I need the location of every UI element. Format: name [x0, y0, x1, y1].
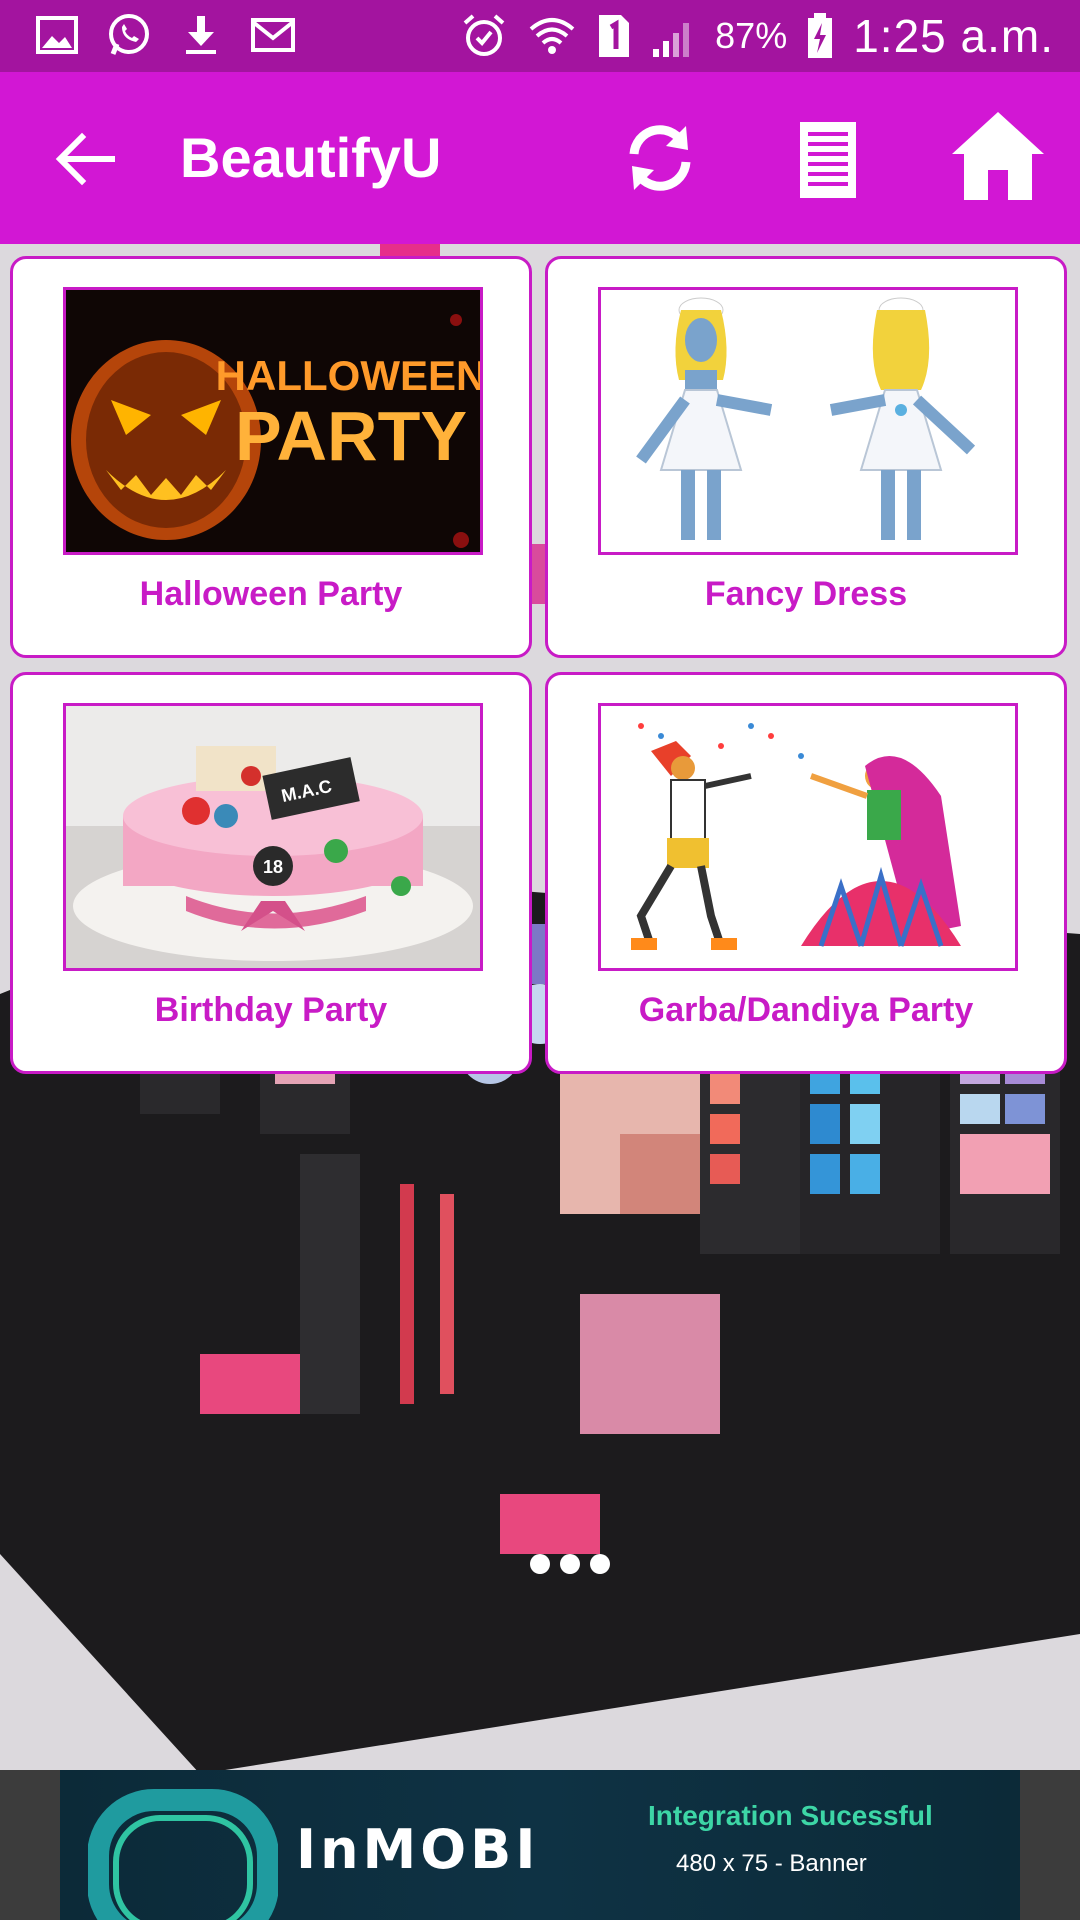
category-label: Birthday Party: [154, 991, 388, 1029]
back-arrow-icon[interactable]: [48, 122, 122, 196]
category-label: Fancy Dress: [704, 575, 908, 613]
gallery-icon: [36, 16, 78, 54]
ad-area: InMOBI Integration Sucessful 480 x 75 - …: [0, 1770, 1080, 1920]
ad-title: Integration Sucessful: [648, 1800, 933, 1831]
download-icon: [186, 16, 216, 54]
whatsapp-icon: [109, 14, 149, 55]
screen: 87% 1:25 a.m. BeautifyU HALLOWEEN PARTY …: [0, 0, 1080, 1920]
battery-charging-icon: [808, 13, 833, 58]
ad-brand: InMOBI: [296, 1818, 540, 1881]
refresh-icon[interactable]: [620, 118, 700, 198]
signal-icon: [653, 23, 690, 57]
ad-subtitle: 480 x 75 - Banner: [676, 1850, 867, 1877]
inmobi-logo-icon: [88, 1789, 278, 1920]
halloween-party-text: PARTY: [235, 397, 467, 475]
ad-banner[interactable]: InMOBI Integration Sucessful 480 x 75 - …: [60, 1770, 1020, 1920]
alarm-icon: [463, 14, 505, 56]
content-area: HALLOWEEN PARTY Halloween Party Fancy Dr…: [0, 244, 1080, 1770]
wifi-icon: [529, 18, 575, 54]
battery-percent: 87%: [715, 15, 788, 56]
sim-1-icon: [599, 15, 630, 57]
category-card-halloween[interactable]: HALLOWEEN PARTY Halloween Party: [10, 256, 532, 658]
fancy-dress-image: [598, 287, 1018, 555]
app-title: BeautifyU: [180, 126, 442, 189]
home-icon[interactable]: [948, 108, 1048, 204]
status-bar: 87% 1:25 a.m.: [0, 0, 1080, 72]
halloween-party-image: HALLOWEEN PARTY: [63, 287, 483, 555]
category-card-birthday[interactable]: M.A.C 18 Birthday Party: [10, 672, 532, 1074]
category-card-garba-dandiya[interactable]: Garba/Dandiya Party: [545, 672, 1067, 1074]
category-label: Halloween Party: [139, 575, 403, 613]
app-bar: BeautifyU: [0, 72, 1080, 244]
category-label: Garba/Dandiya Party: [638, 991, 974, 1029]
gmail-icon: [251, 18, 295, 52]
halloween-title-text: HALLOWEEN: [216, 352, 480, 399]
category-card-fancy-dress[interactable]: Fancy Dress: [545, 256, 1067, 658]
birthday-party-image: M.A.C 18: [63, 703, 483, 971]
list-icon[interactable]: [796, 118, 860, 202]
garba-dandiya-image: [598, 703, 1018, 971]
cake-number-text: 18: [263, 857, 283, 877]
status-time: 1:25 a.m.: [853, 10, 1054, 62]
